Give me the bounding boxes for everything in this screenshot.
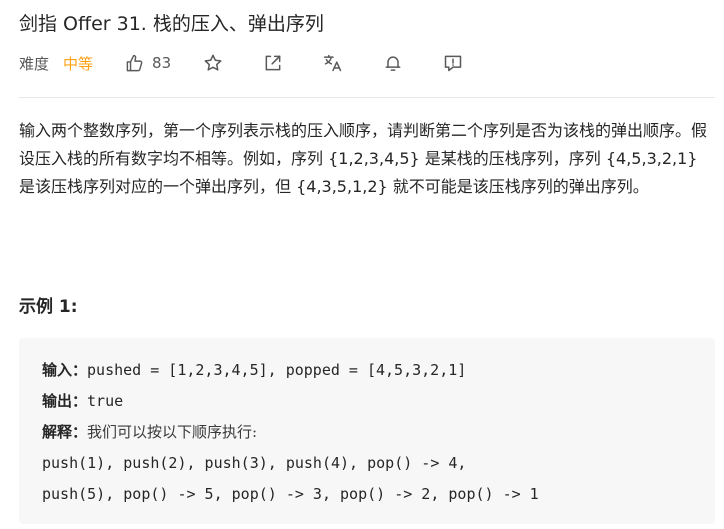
example-steps-line-1: push(1), push(2), push(3), push(4), pop(… xyxy=(42,454,467,472)
example-steps-line-2: push(5), pop() -> 5, pop() -> 3, pop() -… xyxy=(42,485,539,503)
share-button[interactable] xyxy=(263,53,283,73)
feedback-icon xyxy=(443,53,463,73)
problem-title: 剑指 Offer 31. 栈的压入、弹出序列 xyxy=(19,13,324,35)
explanation-label: 解释： xyxy=(42,423,88,441)
like-count: 83 xyxy=(152,54,172,72)
thumbs-up-icon xyxy=(125,54,144,73)
input-value: pushed = [1,2,3,4,5], popped = [4,5,3,2,… xyxy=(87,361,467,379)
feedback-button[interactable] xyxy=(443,53,463,73)
difficulty-label: 难度 xyxy=(19,54,50,73)
output-value: true xyxy=(87,392,124,410)
difficulty-badge: 中等 xyxy=(63,54,94,73)
example-output-line: 输出：true xyxy=(42,391,123,411)
star-icon xyxy=(203,53,223,73)
problem-description: 输入两个整数序列，第一个序列表示栈的压入顺序，请判断第二个序列是否为该栈的弹出顺… xyxy=(19,121,708,196)
bell-icon xyxy=(383,53,403,73)
example-code-block: 输入：pushed = [1,2,3,4,5], popped = [4,5,3… xyxy=(19,338,715,524)
subscribe-button[interactable] xyxy=(383,53,403,73)
output-label: 输出： xyxy=(42,392,88,410)
problem-meta-bar: 难度 中等 83 xyxy=(19,50,463,76)
share-icon xyxy=(263,53,283,73)
example-input-line: 输入：pushed = [1,2,3,4,5], popped = [4,5,3… xyxy=(42,360,466,380)
favorite-button[interactable] xyxy=(203,53,223,73)
header-divider xyxy=(19,97,715,98)
example-title: 示例 1: xyxy=(19,297,78,317)
input-label: 输入： xyxy=(42,361,88,379)
example-explanation-line: 解释：我们可以按以下顺序执行: xyxy=(42,422,257,442)
translate-button[interactable] xyxy=(323,53,343,73)
like-button[interactable]: 83 xyxy=(125,54,171,73)
translate-icon xyxy=(323,53,343,73)
explanation-text: 我们可以按以下顺序执行: xyxy=(87,423,258,441)
